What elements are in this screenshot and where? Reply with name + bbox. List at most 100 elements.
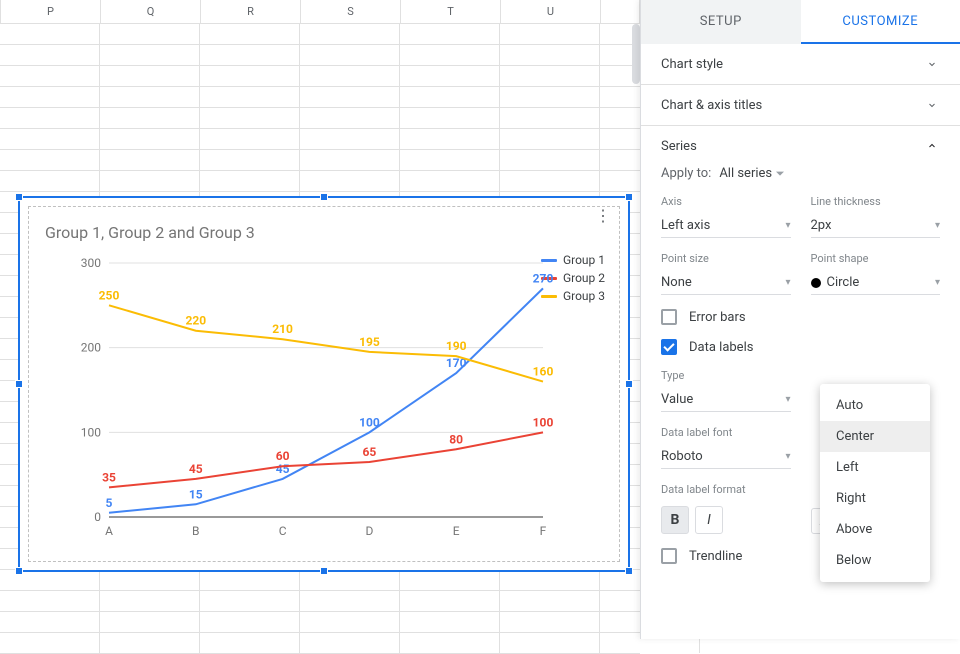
dropdown-item-below[interactable]: Below xyxy=(820,545,930,576)
resize-handle-tc[interactable] xyxy=(320,193,328,201)
resize-handle-tr[interactable] xyxy=(625,193,633,201)
axis-select[interactable]: Left axis▾ xyxy=(661,214,791,238)
cell[interactable] xyxy=(400,129,500,149)
column-header[interactable]: T xyxy=(401,0,501,23)
cell[interactable] xyxy=(300,87,400,107)
point-size-select[interactable]: None▾ xyxy=(661,271,791,295)
cell[interactable] xyxy=(300,591,400,611)
cell[interactable] xyxy=(100,66,200,86)
cell[interactable] xyxy=(0,66,100,86)
resize-handle-bl[interactable] xyxy=(15,567,23,575)
cell[interactable] xyxy=(300,150,400,170)
cell[interactable] xyxy=(500,150,600,170)
dropdown-item-auto[interactable]: Auto xyxy=(820,390,930,421)
cell[interactable] xyxy=(300,633,400,653)
column-header[interactable]: P xyxy=(1,0,101,23)
column-header[interactable]: S xyxy=(301,0,401,23)
cell[interactable] xyxy=(0,108,100,128)
cell[interactable] xyxy=(100,129,200,149)
line-thickness-select[interactable]: 2px▾ xyxy=(811,214,941,238)
vertical-scrollbar[interactable] xyxy=(632,24,640,84)
cell[interactable] xyxy=(200,570,300,590)
cell[interactable] xyxy=(200,66,300,86)
cell[interactable] xyxy=(200,612,300,632)
cell[interactable] xyxy=(200,129,300,149)
cell[interactable] xyxy=(100,633,200,653)
cell[interactable] xyxy=(100,108,200,128)
cell[interactable] xyxy=(500,171,600,191)
cell[interactable] xyxy=(500,591,600,611)
column-header[interactable]: R xyxy=(201,0,301,23)
cell[interactable] xyxy=(200,150,300,170)
cell[interactable] xyxy=(100,591,200,611)
cell[interactable] xyxy=(0,45,100,65)
cell[interactable] xyxy=(100,45,200,65)
cell[interactable] xyxy=(0,591,100,611)
cell[interactable] xyxy=(400,591,500,611)
dropdown-item-right[interactable]: Right xyxy=(820,483,930,514)
cell[interactable] xyxy=(200,633,300,653)
cell[interactable] xyxy=(500,87,600,107)
cell[interactable] xyxy=(500,108,600,128)
cell[interactable] xyxy=(400,108,500,128)
data-labels-checkbox[interactable] xyxy=(661,339,677,355)
cell[interactable] xyxy=(300,45,400,65)
resize-handle-tl[interactable] xyxy=(15,193,23,201)
cell[interactable] xyxy=(0,633,100,653)
cell[interactable] xyxy=(400,87,500,107)
cell[interactable] xyxy=(300,108,400,128)
section-header-series[interactable]: Series xyxy=(641,126,960,166)
cell[interactable] xyxy=(400,45,500,65)
cell[interactable] xyxy=(200,171,300,191)
bold-button[interactable]: B xyxy=(661,506,689,534)
cell[interactable] xyxy=(400,24,500,44)
cell[interactable] xyxy=(500,129,600,149)
cell[interactable] xyxy=(200,108,300,128)
point-shape-select[interactable]: Circle▾ xyxy=(811,271,941,295)
cell[interactable] xyxy=(500,24,600,44)
cell[interactable] xyxy=(300,66,400,86)
cell[interactable] xyxy=(100,612,200,632)
cell[interactable] xyxy=(300,129,400,149)
cell[interactable] xyxy=(200,591,300,611)
resize-handle-br[interactable] xyxy=(625,567,633,575)
cell[interactable] xyxy=(400,612,500,632)
section-header-chart-style[interactable]: Chart style xyxy=(641,44,960,84)
cell[interactable] xyxy=(100,570,200,590)
cell[interactable] xyxy=(200,87,300,107)
cell[interactable] xyxy=(400,633,500,653)
cell[interactable] xyxy=(0,24,100,44)
dropdown-item-above[interactable]: Above xyxy=(820,514,930,545)
apply-to-select[interactable]: All series xyxy=(719,166,784,181)
cell[interactable] xyxy=(500,45,600,65)
cell[interactable] xyxy=(400,570,500,590)
data-label-font-select[interactable]: Roboto▾ xyxy=(661,445,791,469)
chart-menu-icon[interactable]: ⋮ xyxy=(595,213,611,219)
cell[interactable] xyxy=(300,612,400,632)
cell[interactable] xyxy=(300,570,400,590)
cell[interactable] xyxy=(400,171,500,191)
chart-selection[interactable]: ⋮ Group 1, Group 2 and Group 3 Group 1Gr… xyxy=(18,196,630,572)
cell[interactable] xyxy=(100,171,200,191)
cell[interactable] xyxy=(0,150,100,170)
cell[interactable] xyxy=(100,87,200,107)
tab-setup[interactable]: SETUP xyxy=(641,0,801,44)
cell[interactable] xyxy=(500,612,600,632)
cell[interactable] xyxy=(200,45,300,65)
cell[interactable] xyxy=(300,171,400,191)
chart[interactable]: ⋮ Group 1, Group 2 and Group 3 Group 1Gr… xyxy=(28,206,620,562)
cell[interactable] xyxy=(400,66,500,86)
section-header-chart-axis-titles[interactable]: Chart & axis titles xyxy=(641,85,960,125)
resize-handle-bc[interactable] xyxy=(320,567,328,575)
cell[interactable] xyxy=(0,612,100,632)
type-select[interactable]: Value▾ xyxy=(661,388,791,412)
column-header[interactable]: Q xyxy=(101,0,201,23)
cell[interactable] xyxy=(0,171,100,191)
cell[interactable] xyxy=(400,150,500,170)
tab-customize[interactable]: CUSTOMIZE xyxy=(801,0,960,44)
cell[interactable] xyxy=(100,150,200,170)
cell[interactable] xyxy=(0,129,100,149)
dropdown-item-left[interactable]: Left xyxy=(820,452,930,483)
cell[interactable] xyxy=(100,24,200,44)
cell[interactable] xyxy=(0,87,100,107)
